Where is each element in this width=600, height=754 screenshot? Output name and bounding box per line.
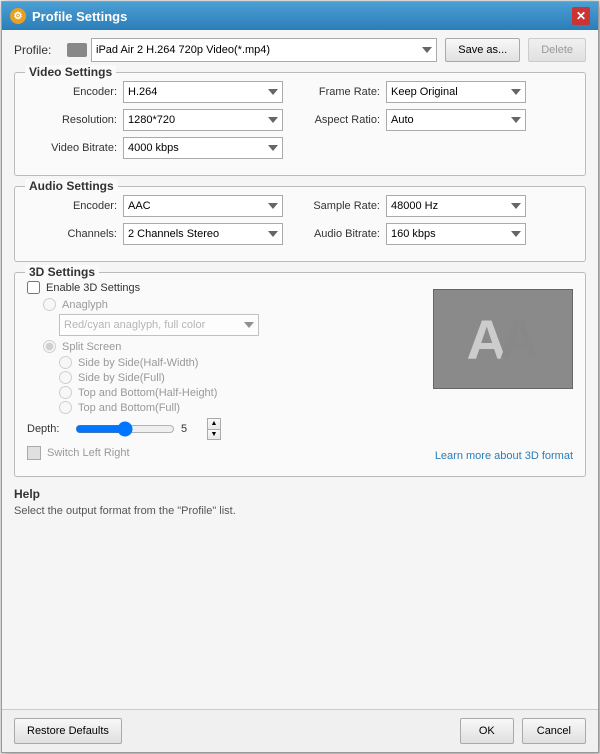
sample-rate-row: Sample Rate: 48000 Hz bbox=[300, 195, 573, 217]
side-by-side-full-label: Side by Side(Full) bbox=[78, 372, 165, 384]
video-settings-section: Video Settings Encoder: H.264 Frame Rate… bbox=[14, 72, 586, 176]
audio-bitrate-select[interactable]: 160 kbps bbox=[386, 223, 526, 245]
aspect-ratio-col: Aspect Ratio: Auto bbox=[300, 109, 573, 137]
channels-col: Channels: 2 Channels Stereo bbox=[27, 223, 300, 251]
sample-rate-label: Sample Rate: bbox=[300, 200, 380, 212]
audio-encoder-select[interactable]: AAC bbox=[123, 195, 283, 217]
main-content: Profile: iPad Air 2 H.264 720p Video(*.m… bbox=[2, 30, 598, 709]
audio-encoder-row: Encoder: AAC bbox=[27, 195, 300, 217]
frame-rate-select[interactable]: Keep Original bbox=[386, 81, 526, 103]
profile-select-container: iPad Air 2 H.264 720p Video(*.mp4) bbox=[67, 38, 437, 62]
aspect-ratio-select[interactable]: Auto bbox=[386, 109, 526, 131]
anaglyph-radio[interactable] bbox=[43, 298, 56, 311]
video-row-1: Encoder: H.264 Frame Rate: Keep Original bbox=[27, 81, 573, 109]
top-bottom-half-radio[interactable] bbox=[59, 386, 72, 399]
video-bitrate-select[interactable]: 4000 kbps bbox=[123, 137, 283, 159]
sample-rate-select[interactable]: 48000 Hz bbox=[386, 195, 526, 217]
titlebar-left: ⚙ Profile Settings bbox=[10, 8, 127, 24]
aspect-ratio-row: Aspect Ratio: Auto bbox=[300, 109, 573, 131]
audio-bitrate-col: Audio Bitrate: 160 kbps bbox=[300, 223, 573, 251]
resolution-row: Resolution: 1280*720 bbox=[27, 109, 300, 131]
audio-row-2: Channels: 2 Channels Stereo Audio Bitrat… bbox=[27, 223, 573, 251]
side-by-side-half-label: Side by Side(Half-Width) bbox=[78, 357, 198, 369]
frame-rate-row: Frame Rate: Keep Original bbox=[300, 81, 573, 103]
depth-increment-button[interactable]: ▲ bbox=[208, 419, 220, 430]
depth-slider[interactable] bbox=[75, 421, 175, 437]
frame-rate-label: Frame Rate: bbox=[300, 86, 380, 98]
anaglyph-label: Anaglyph bbox=[62, 299, 108, 311]
profile-label: Profile: bbox=[14, 43, 59, 57]
sample-rate-col: Sample Rate: 48000 Hz bbox=[300, 195, 573, 223]
window-title: Profile Settings bbox=[32, 9, 127, 24]
audio-row-1: Encoder: AAC Sample Rate: 48000 Hz bbox=[27, 195, 573, 223]
depth-label: Depth: bbox=[27, 423, 67, 435]
channels-row: Channels: 2 Channels Stereo bbox=[27, 223, 300, 245]
profile-row: Profile: iPad Air 2 H.264 720p Video(*.m… bbox=[14, 38, 586, 62]
split-screen-radio[interactable] bbox=[43, 340, 56, 353]
switch-left-right-checkbox[interactable] bbox=[27, 446, 41, 460]
titlebar: ⚙ Profile Settings ✕ bbox=[2, 2, 598, 30]
channels-select[interactable]: 2 Channels Stereo bbox=[123, 223, 283, 245]
switch-left-right-row: Switch Left Right Learn more about 3D fo… bbox=[27, 444, 573, 462]
3d-settings-section: 3D Settings A A Enable 3D Settings Anagl… bbox=[14, 272, 586, 477]
close-button[interactable]: ✕ bbox=[572, 7, 590, 25]
depth-decrement-button[interactable]: ▼ bbox=[208, 430, 220, 440]
depth-row: Depth: 5 ▲ ▼ bbox=[27, 418, 573, 440]
enable-3d-checkbox[interactable] bbox=[27, 281, 40, 294]
app-icon: ⚙ bbox=[10, 8, 26, 24]
side-by-side-half-radio[interactable] bbox=[59, 356, 72, 369]
split-screen-label: Split Screen bbox=[62, 341, 121, 353]
top-bottom-full-row: Top and Bottom(Full) bbox=[59, 401, 573, 414]
footer: Restore Defaults OK Cancel bbox=[2, 709, 598, 752]
resolution-select[interactable]: 1280*720 bbox=[123, 109, 283, 131]
audio-bitrate-label: Audio Bitrate: bbox=[300, 228, 380, 240]
help-text: Select the output format from the "Profi… bbox=[14, 505, 586, 517]
video-settings-title: Video Settings bbox=[25, 65, 116, 79]
help-section: Help Select the output format from the "… bbox=[14, 487, 586, 517]
channels-label: Channels: bbox=[27, 228, 117, 240]
help-title: Help bbox=[14, 487, 586, 501]
3d-settings-title: 3D Settings bbox=[25, 265, 99, 279]
anaglyph-type-select[interactable]: Red/cyan anaglyph, full color bbox=[59, 314, 259, 336]
video-bitrate-row: Video Bitrate: 4000 kbps bbox=[27, 137, 573, 159]
profile-select[interactable]: iPad Air 2 H.264 720p Video(*.mp4) bbox=[91, 38, 437, 62]
ok-button[interactable]: OK bbox=[460, 718, 514, 744]
encoder-select[interactable]: H.264 bbox=[123, 81, 283, 103]
learn-more-link[interactable]: Learn more about 3D format bbox=[435, 450, 573, 462]
top-bottom-full-radio[interactable] bbox=[59, 401, 72, 414]
top-bottom-half-label: Top and Bottom(Half-Height) bbox=[78, 387, 217, 399]
depth-spinner: ▲ ▼ bbox=[207, 418, 221, 440]
resolution-col: Resolution: 1280*720 bbox=[27, 109, 300, 137]
profile-icon bbox=[67, 43, 87, 57]
frame-rate-col: Frame Rate: Keep Original bbox=[300, 81, 573, 109]
learn-more-row: Learn more about 3D format bbox=[136, 448, 573, 462]
video-row-2: Resolution: 1280*720 Aspect Ratio: Auto bbox=[27, 109, 573, 137]
encoder-col: Encoder: H.264 bbox=[27, 81, 300, 109]
delete-button[interactable]: Delete bbox=[528, 38, 586, 62]
audio-encoder-col: Encoder: AAC bbox=[27, 195, 300, 223]
slider-container: 5 ▲ ▼ bbox=[75, 418, 221, 440]
side-by-side-full-radio[interactable] bbox=[59, 371, 72, 384]
encoder-label: Encoder: bbox=[27, 86, 117, 98]
cancel-button[interactable]: Cancel bbox=[522, 718, 586, 744]
footer-right: OK Cancel bbox=[460, 718, 586, 744]
profile-settings-window: ⚙ Profile Settings ✕ Profile: iPad Air 2… bbox=[1, 1, 599, 753]
enable-3d-label: Enable 3D Settings bbox=[46, 282, 140, 294]
audio-bitrate-row: Audio Bitrate: 160 kbps bbox=[300, 223, 573, 245]
video-bitrate-label: Video Bitrate: bbox=[27, 142, 117, 154]
encoder-row: Encoder: H.264 bbox=[27, 81, 300, 103]
audio-settings-title: Audio Settings bbox=[25, 179, 118, 193]
audio-encoder-label: Encoder: bbox=[27, 200, 117, 212]
save-as-button[interactable]: Save as... bbox=[445, 38, 520, 62]
depth-value: 5 bbox=[181, 423, 201, 435]
restore-defaults-button[interactable]: Restore Defaults bbox=[14, 718, 122, 744]
top-bottom-full-label: Top and Bottom(Full) bbox=[78, 402, 180, 414]
aspect-ratio-label: Aspect Ratio: bbox=[300, 114, 380, 126]
3d-preview-box: A A bbox=[433, 289, 573, 389]
switch-left-right-label: Switch Left Right bbox=[47, 447, 130, 459]
audio-settings-section: Audio Settings Encoder: AAC Sample Rate: bbox=[14, 186, 586, 262]
resolution-label: Resolution: bbox=[27, 114, 117, 126]
